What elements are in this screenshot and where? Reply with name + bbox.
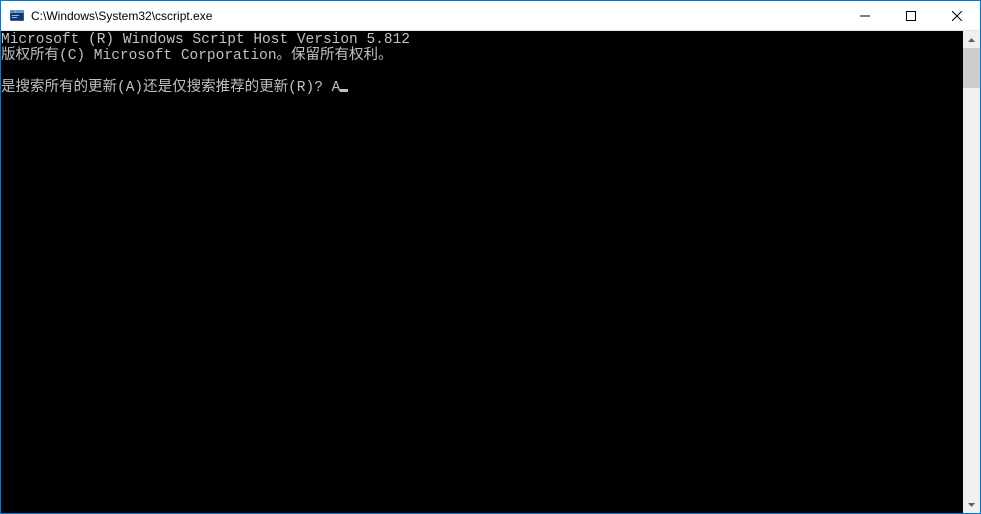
window-controls	[842, 1, 980, 30]
console-line: Microsoft (R) Windows Script Host Versio…	[1, 32, 410, 48]
window-title: C:\Windows\System32\cscript.exe	[31, 9, 842, 23]
scroll-up-button[interactable]	[963, 31, 980, 48]
chevron-down-icon	[968, 503, 975, 507]
titlebar[interactable]: C:\Windows\System32\cscript.exe	[1, 1, 980, 31]
console-area: Microsoft (R) Windows Script Host Versio…	[1, 31, 980, 513]
cursor-icon	[340, 89, 348, 92]
console-content[interactable]: Microsoft (R) Windows Script Host Versio…	[1, 31, 963, 513]
console-prompt: 是搜索所有的更新(A)还是仅搜索推荐的更新(R)?	[1, 80, 332, 96]
maximize-icon	[906, 11, 916, 21]
maximize-button[interactable]	[888, 1, 934, 30]
minimize-icon	[860, 11, 870, 21]
app-icon	[9, 8, 25, 24]
scroll-down-button[interactable]	[963, 496, 980, 513]
chevron-up-icon	[968, 38, 975, 42]
window-frame: C:\Windows\System32\cscript.exe Microsof	[0, 0, 981, 514]
scroll-thumb[interactable]	[963, 48, 980, 88]
scroll-track[interactable]	[963, 48, 980, 496]
vertical-scrollbar[interactable]	[963, 31, 980, 513]
console-line: 版权所有(C) Microsoft Corporation。保留所有权利。	[1, 48, 393, 64]
console-input: A	[332, 80, 341, 96]
minimize-button[interactable]	[842, 1, 888, 30]
close-icon	[952, 11, 962, 21]
close-button[interactable]	[934, 1, 980, 30]
